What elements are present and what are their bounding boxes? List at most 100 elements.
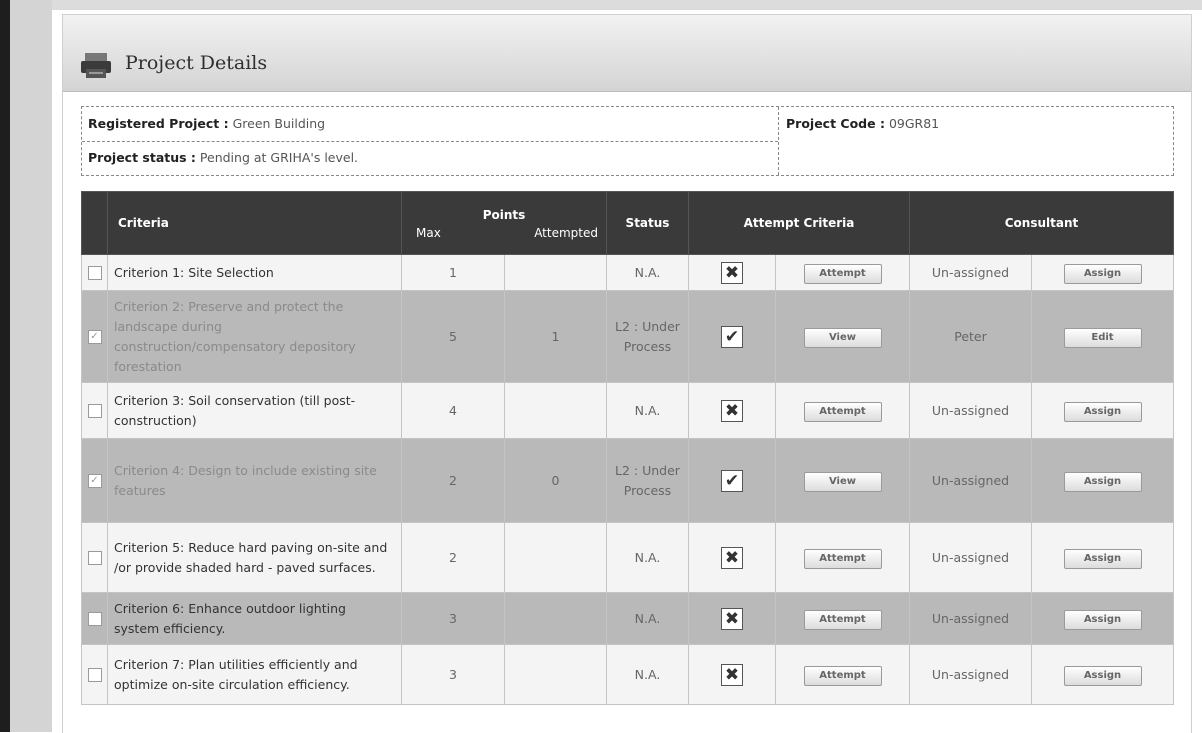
table-header-row: Criteria Points Max Attempted Status Att… [81, 191, 1175, 255]
consultant-action-cell: Assign [1030, 382, 1175, 439]
criterion-name: Criterion 4: Design to include existing … [107, 438, 402, 523]
project-code-label: Project Code : [786, 116, 885, 131]
attempt-mark-cell: ✔ [688, 438, 776, 523]
header-points: Points Max Attempted [401, 191, 607, 255]
row-select-checkbox[interactable]: ✓ [87, 474, 102, 488]
cross-icon: ✖ [721, 607, 743, 630]
edit-button[interactable]: Edit [1063, 327, 1142, 348]
criterion-name: Criterion 5: Reduce hard paving on-site … [107, 522, 402, 593]
consultant-name: Un-assigned [909, 522, 1032, 593]
view-button[interactable]: View [803, 471, 882, 492]
table-row: Criterion 7: Plan utilities efficiently … [81, 644, 1175, 705]
page-gutter [10, 0, 52, 732]
row-select-cell: ✓ [81, 438, 108, 523]
cross-icon: ✖ [721, 663, 743, 686]
consultant-name: Peter [909, 290, 1032, 383]
panel-title: Project Details [125, 52, 268, 74]
points-attempted [504, 644, 607, 705]
row-select-checkbox[interactable] [87, 551, 102, 565]
printer-icon [79, 51, 113, 79]
registered-project-field: Registered Project : Green Building [88, 115, 325, 133]
table-row: Criterion 3: Soil conservation (till pos… [81, 382, 1175, 439]
header-status: Status [606, 191, 689, 255]
window-left-edge [0, 0, 10, 732]
row-select-cell [81, 522, 108, 593]
criterion-status: N.A. [606, 592, 689, 645]
criterion-name: Criterion 1: Site Selection [107, 254, 402, 291]
attempt-mark-cell: ✖ [688, 592, 776, 645]
cross-icon: ✖ [721, 261, 743, 284]
row-select-cell: ✓ [81, 290, 108, 383]
project-status-field: Project status : Pending at GRIHA's leve… [88, 149, 358, 167]
consultant-action-cell: Assign [1030, 254, 1175, 291]
points-max: 3 [401, 592, 505, 645]
criterion-name: Criterion 2: Preserve and protect the la… [107, 290, 402, 383]
points-max: 3 [401, 644, 505, 705]
project-status-label: Project status : [88, 150, 196, 165]
criterion-status: L2 : Under Process [606, 438, 689, 523]
header-select [81, 191, 108, 255]
criteria-table: Criteria Points Max Attempted Status Att… [81, 191, 1175, 705]
criterion-status: N.A. [606, 644, 689, 705]
row-select-cell [81, 382, 108, 439]
project-info-box: Registered Project : Green Building Proj… [81, 106, 1174, 176]
project-status-value: Pending at GRIHA's level. [199, 150, 359, 165]
consultant-action-cell: Edit [1030, 290, 1175, 383]
criterion-status: L2 : Under Process [606, 290, 689, 383]
criterion-name: Criterion 6: Enhance outdoor lighting sy… [107, 592, 402, 645]
consultant-name: Un-assigned [909, 644, 1032, 705]
points-max: 4 [401, 382, 505, 439]
assign-button[interactable]: Assign [1063, 401, 1142, 422]
consultant-name: Un-assigned [909, 382, 1032, 439]
criterion-name: Criterion 3: Soil conservation (till pos… [107, 382, 402, 439]
attempt-mark-cell: ✖ [688, 382, 776, 439]
header-points-max: Max [416, 226, 441, 240]
attempt-action-cell: View [775, 290, 910, 383]
header-criteria: Criteria [107, 191, 402, 255]
checkmark-icon: ✔ [721, 325, 743, 348]
attempt-action-cell: Attempt [775, 522, 910, 593]
row-select-checkbox[interactable]: ✓ [87, 330, 102, 344]
panel-header: Project Details [63, 15, 1191, 92]
table-row: Criterion 5: Reduce hard paving on-site … [81, 522, 1175, 593]
registered-project-label: Registered Project : [88, 116, 229, 131]
criterion-status: N.A. [606, 254, 689, 291]
header-attempt-criteria: Attempt Criteria [688, 191, 910, 255]
attempt-action-cell: Attempt [775, 382, 910, 439]
row-select-checkbox[interactable] [87, 612, 102, 626]
row-select-checkbox[interactable] [87, 404, 102, 418]
consultant-name: Un-assigned [909, 254, 1032, 291]
attempt-button[interactable]: Attempt [803, 665, 882, 686]
assign-button[interactable]: Assign [1063, 609, 1142, 630]
row-select-checkbox[interactable] [87, 266, 102, 280]
row-select-checkbox[interactable] [87, 668, 102, 682]
assign-button[interactable]: Assign [1063, 548, 1142, 569]
attempt-button[interactable]: Attempt [803, 609, 882, 630]
table-row: ✓ Criterion 2: Preserve and protect the l… [81, 290, 1175, 383]
attempt-button[interactable]: Attempt [803, 548, 882, 569]
consultant-name: Un-assigned [909, 438, 1032, 523]
assign-button[interactable]: Assign [1063, 263, 1142, 284]
attempt-button[interactable]: Attempt [803, 263, 882, 284]
assign-button[interactable]: Assign [1063, 471, 1142, 492]
points-attempted: 1 [504, 290, 607, 383]
view-button[interactable]: View [803, 327, 882, 348]
points-attempted [504, 382, 607, 439]
attempt-mark-cell: ✖ [688, 644, 776, 705]
points-attempted [504, 522, 607, 593]
attempt-mark-cell: ✖ [688, 522, 776, 593]
attempt-mark-cell: ✔ [688, 290, 776, 383]
info-divider-horizontal [82, 141, 778, 142]
header-consultant: Consultant [908, 191, 1175, 255]
attempt-action-cell: Attempt [775, 592, 910, 645]
header-points-label: Points [482, 208, 526, 222]
attempt-mark-cell: ✖ [688, 254, 776, 291]
criterion-status: N.A. [606, 382, 689, 439]
attempt-button[interactable]: Attempt [803, 401, 882, 422]
checkmark-icon: ✔ [721, 469, 743, 492]
registered-project-value: Green Building [232, 116, 326, 131]
cross-icon: ✖ [721, 399, 743, 422]
table-row: Criterion 1: Site Selection 1 N.A. ✖ Attempt… [81, 254, 1175, 291]
assign-button[interactable]: Assign [1063, 665, 1142, 686]
consultant-action-cell: Assign [1030, 644, 1175, 705]
